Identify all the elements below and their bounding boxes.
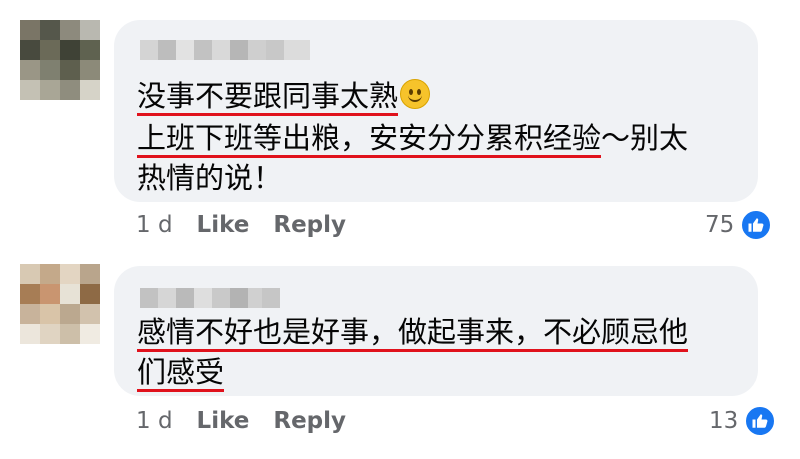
like-button[interactable]: Like [197,408,250,434]
timestamp[interactable]: 1 d [136,212,173,238]
smile-icon [400,79,431,109]
underlined-text: 上班下班等出粮，安安分分累积经验 [137,121,602,158]
comment-text-line: 没事不要跟同事太熟 [137,76,431,116]
comment-text-line: 们感受 [137,352,225,392]
like-button[interactable]: Like [197,212,250,238]
comment-text-line: 热情的说！ [137,158,282,198]
avatar-2[interactable] [20,264,100,344]
reaction-count: 13 [709,408,739,434]
comment-bubble-1: 没事不要跟同事太熟 上班下班等出粮，安安分分累积经验～别太 热情的说！ [114,20,758,202]
thumbs-up-icon [740,209,773,241]
reply-button[interactable]: Reply [273,408,346,434]
comment-actions-2: 1 d Like Reply [136,408,346,434]
reaction-summary-2[interactable]: 13 [709,405,777,437]
reaction-count: 75 [705,212,735,238]
underlined-text: 们感受 [137,355,225,392]
comment-text: ～别太 [601,121,689,155]
comment-text-line: 感情不好也是好事，做起事来，不必顾忌他 [137,312,689,352]
reaction-summary-1[interactable]: 75 [705,209,773,241]
comment-actions-1: 1 d Like Reply [136,212,346,238]
underlined-text: 感情不好也是好事，做起事来，不必顾忌他 [137,315,689,352]
thumbs-up-icon [744,405,777,437]
timestamp[interactable]: 1 d [136,408,173,434]
commenter-name-blurred[interactable] [140,40,310,60]
avatar-1[interactable] [20,20,100,100]
comment-text: 热情的说！ [137,161,283,195]
comment-text-line: 上班下班等出粮，安安分分累积经验～别太 [137,118,688,158]
commenter-name-blurred[interactable] [140,288,280,308]
underlined-text: 没事不要跟同事太熟 [137,79,399,116]
reply-button[interactable]: Reply [273,212,346,238]
comment-bubble-2: 感情不好也是好事，做起事来，不必顾忌他 们感受 [114,266,758,396]
